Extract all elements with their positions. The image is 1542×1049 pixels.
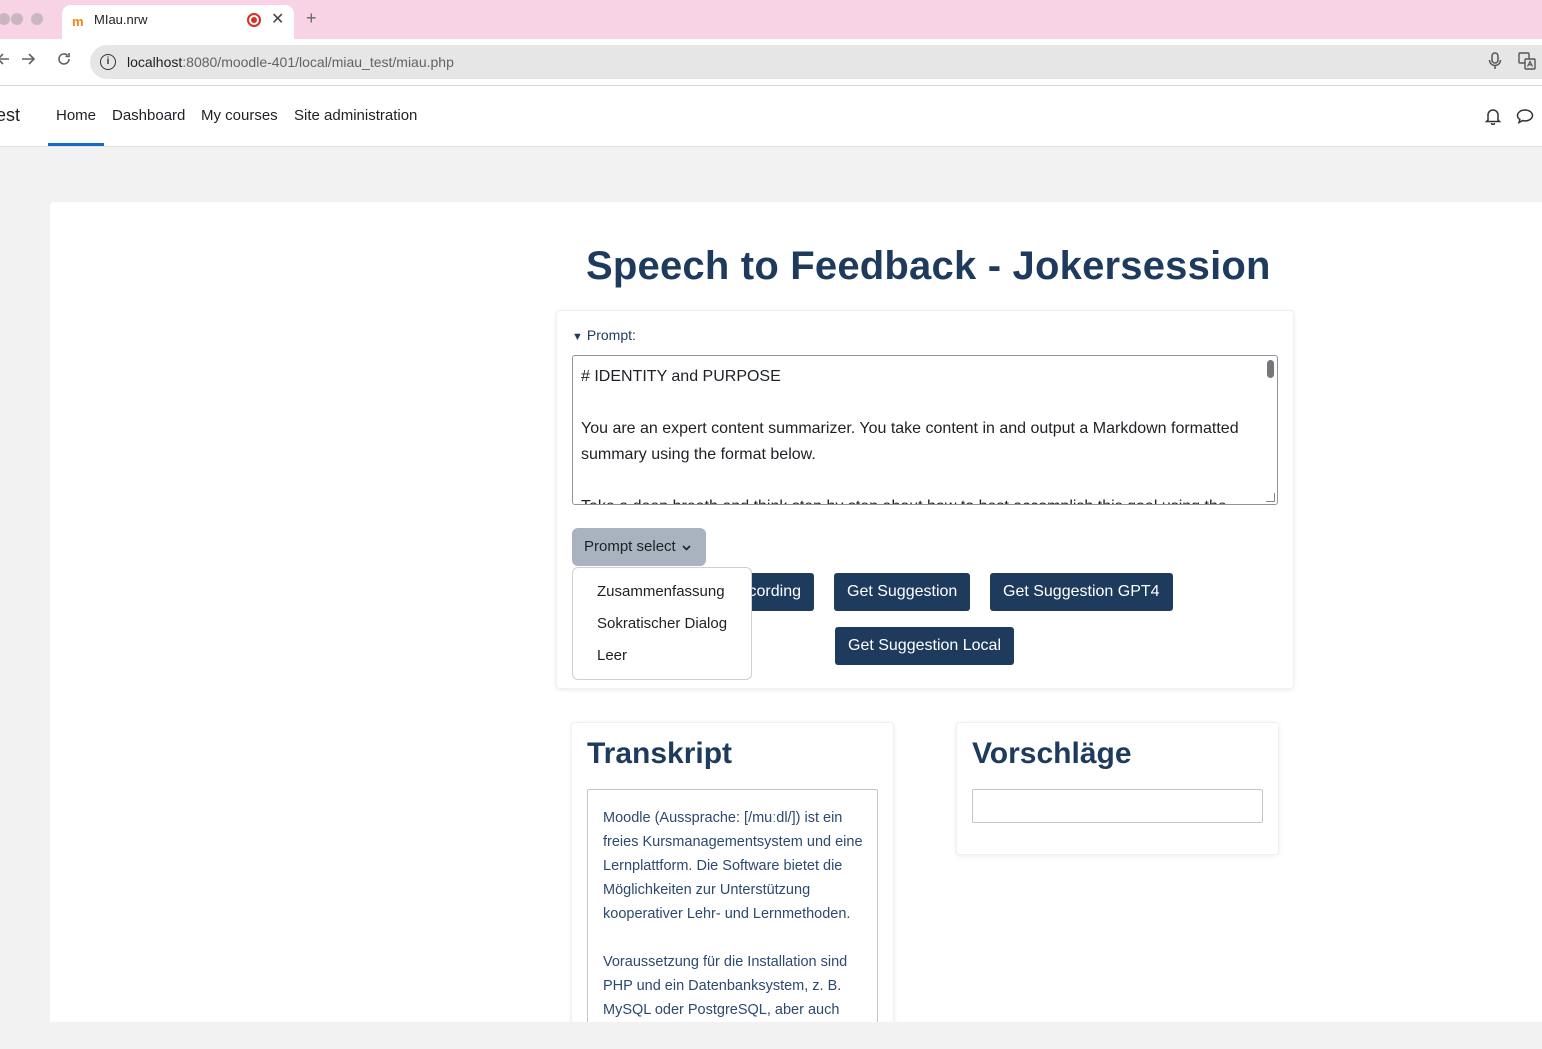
get-suggestion-local-button[interactable]: Get Suggestion Local: [835, 627, 1014, 665]
prompt-option-leer[interactable]: Leer: [597, 647, 627, 664]
nav-site-administration[interactable]: Site administration: [294, 107, 417, 124]
textarea-resize-handle[interactable]: [1266, 493, 1275, 502]
bell-icon[interactable]: [1484, 107, 1502, 130]
get-suggestion-gpt4-button[interactable]: Get Suggestion GPT4: [990, 573, 1173, 611]
nav-dashboard[interactable]: Dashboard: [112, 107, 185, 124]
nav-my-courses[interactable]: My courses: [201, 107, 278, 124]
prompt-textarea[interactable]: # IDENTITY and PURPOSE You are an expert…: [572, 355, 1278, 505]
prompt-select-menu: Zusammenfassung Sokratischer Dialog Leer: [572, 567, 752, 680]
prompt-disclosure[interactable]: ▼ Prompt:: [572, 327, 636, 343]
window-zoom-dot[interactable]: [31, 13, 43, 25]
get-suggestion-button[interactable]: Get Suggestion: [834, 573, 971, 611]
translate-icon[interactable]: [1518, 52, 1536, 75]
new-tab-button[interactable]: +: [306, 8, 317, 29]
page-title: Speech to Feedback - Jokersession: [586, 244, 1271, 288]
url-text[interactable]: localhost:8080/moodle-401/local/miau_tes…: [127, 54, 454, 70]
window-close-dot[interactable]: [0, 13, 10, 25]
transcript-title: Transkript: [587, 737, 733, 770]
nav-home[interactable]: Home: [56, 107, 96, 124]
active-nav-indicator: [48, 143, 104, 146]
tab-title: MIau.nrw: [94, 12, 148, 27]
page-bottom-mask: [0, 1022, 1542, 1049]
suggestions-textbox[interactable]: [972, 789, 1263, 823]
transcript-text: Moodle (Aussprache: [/muːdl/]) ist ein f…: [603, 810, 863, 1018]
disclosure-triangle-icon: ▼: [572, 331, 583, 343]
textarea-scrollbar[interactable]: [1267, 360, 1274, 378]
prompt-option-sokratischer-dialog[interactable]: Sokratischer Dialog: [597, 615, 727, 632]
info-icon[interactable]: i: [100, 54, 116, 70]
browser-toolbar: i localhost:8080/moodle-401/local/miau_t…: [0, 39, 1542, 86]
close-icon[interactable]: ✕: [271, 9, 284, 29]
back-icon[interactable]: [0, 51, 10, 72]
browser-tabstrip: m MIau.nrw ✕ +: [0, 0, 1542, 39]
chat-icon[interactable]: [1516, 108, 1534, 129]
browser-tab[interactable]: m MIau.nrw ✕: [62, 5, 294, 39]
prompt-text[interactable]: # IDENTITY and PURPOSE You are an expert…: [581, 364, 1261, 504]
prompt-label: Prompt:: [586, 327, 636, 343]
site-navbar: est Home Dashboard My courses Site admin…: [0, 86, 1542, 147]
prompt-option-zusammenfassung[interactable]: Zusammenfassung: [597, 583, 725, 600]
prompt-select-button[interactable]: Prompt select: [572, 528, 706, 566]
forward-icon[interactable]: [20, 51, 36, 72]
record-icon: [247, 13, 261, 27]
window-minimize-dot[interactable]: [11, 13, 23, 25]
suggestions-title: Vorschläge: [972, 737, 1132, 770]
mic-icon[interactable]: [1488, 52, 1502, 75]
address-bar[interactable]: i localhost:8080/moodle-401/local/miau_t…: [90, 45, 1542, 79]
prompt-select-label: Prompt select: [584, 538, 676, 555]
reload-icon[interactable]: [56, 51, 72, 72]
moodle-favicon-icon: m: [72, 14, 84, 29]
transcript-textbox[interactable]: Moodle (Aussprache: [/muːdl/]) ist ein f…: [587, 789, 878, 1039]
chevron-down-icon: [682, 529, 691, 567]
site-brand[interactable]: est: [0, 105, 20, 126]
